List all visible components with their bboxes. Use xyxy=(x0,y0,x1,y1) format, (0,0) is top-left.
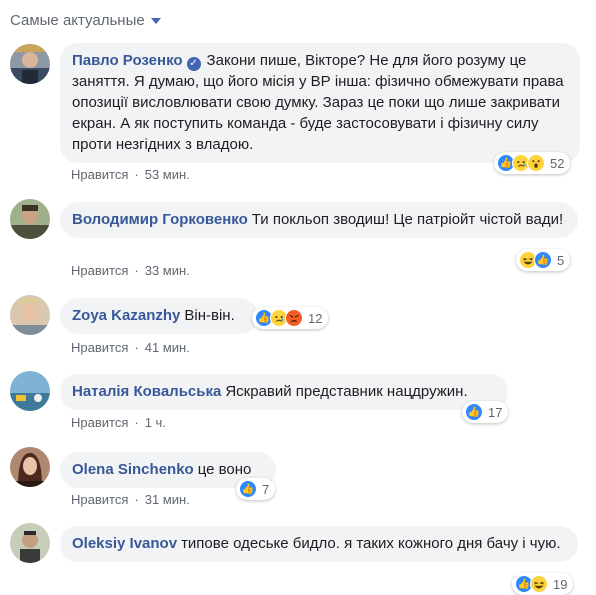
separator: · xyxy=(134,263,139,278)
reactions-summary[interactable]: 👍 7 xyxy=(236,478,276,500)
comment-bubble: Zoya Kazanzhy Він-він. xyxy=(60,298,258,334)
reactions-summary[interactable]: 👍 17 xyxy=(462,401,509,423)
separator: · xyxy=(134,415,139,430)
comment-meta: Нравится · 41 мин. xyxy=(71,340,190,355)
reactions-summary[interactable]: 👍 5 xyxy=(516,249,571,271)
comment-text: типове одеське бидло. я таких кожного дн… xyxy=(181,535,561,552)
comment-bubble: Павло Розенко ✓ Закони пише, Вікторе? Не д… xyxy=(60,43,580,163)
comment-text: Яскравий представник нацдружин. xyxy=(225,383,468,400)
comment-text: Він-він. xyxy=(184,307,235,324)
verified-badge-icon: ✓ xyxy=(186,57,201,71)
reaction-count: 5 xyxy=(557,252,565,268)
chevron-down-icon xyxy=(150,18,161,24)
reaction-count: 19 xyxy=(553,576,568,592)
reactions-summary[interactable]: 👍 19 xyxy=(512,573,574,595)
separator: · xyxy=(134,167,139,182)
comments-sort-dropdown[interactable]: Самые актуальные xyxy=(10,12,161,29)
separator: · xyxy=(134,340,139,355)
comment-time[interactable]: 31 мин. xyxy=(145,492,190,507)
avatar[interactable] xyxy=(10,295,50,335)
comment-author[interactable]: Володимир Горковенко xyxy=(72,211,248,228)
separator: · xyxy=(134,492,139,507)
comment-meta: Нравится · 33 мин. xyxy=(71,263,190,278)
reactions-summary[interactable]: 👍 12 xyxy=(252,307,329,329)
like-button[interactable]: Нравится xyxy=(71,263,128,278)
comment-time[interactable]: 41 мин. xyxy=(145,340,190,355)
comment-bubble: Oleksiy Ivanov типове одеське бидло. я та… xyxy=(60,526,578,562)
comment-author[interactable]: Павло Розенко xyxy=(72,52,183,69)
wow-icon xyxy=(527,154,545,172)
comment-author[interactable]: Olena Sinchenko xyxy=(72,461,194,478)
like-button[interactable]: Нравится xyxy=(71,167,128,182)
comment-text: це воно xyxy=(197,461,252,478)
reaction-count: 7 xyxy=(262,481,270,497)
like-button[interactable]: Нравится xyxy=(71,492,128,507)
comment-time[interactable]: 53 мин. xyxy=(145,167,190,182)
comment-text: Ти покльоп зводиш! Це патріойт чістой ва… xyxy=(251,211,564,228)
like-icon: 👍 xyxy=(239,480,257,498)
comment-bubble: Володимир Горковенко Ти покльоп зводиш! Ц… xyxy=(60,202,578,238)
comment-author[interactable]: Zoya Kazanzhy xyxy=(72,307,180,324)
avatar[interactable] xyxy=(10,44,50,84)
haha-icon xyxy=(519,251,537,269)
like-icon: 👍 xyxy=(534,251,552,269)
comment-meta: Нравится · 53 мин. xyxy=(71,167,190,182)
like-icon: 👍 xyxy=(465,403,483,421)
sort-label: Самые актуальные xyxy=(10,12,145,29)
reactions-summary[interactable]: 👍 52 xyxy=(494,152,571,174)
reaction-count: 52 xyxy=(550,155,565,171)
avatar[interactable] xyxy=(10,447,50,487)
comment-meta: Нравится · 1 ч. xyxy=(71,415,166,430)
avatar[interactable] xyxy=(10,199,50,239)
comment-meta: Нравится · 31 мин. xyxy=(71,492,190,507)
comment-author[interactable]: Oleksiy Ivanov xyxy=(72,535,177,552)
angry-icon xyxy=(285,309,303,327)
like-button[interactable]: Нравится xyxy=(71,340,128,355)
reaction-count: 12 xyxy=(308,310,323,326)
avatar[interactable] xyxy=(10,523,50,563)
avatar[interactable] xyxy=(10,371,50,411)
comment-bubble: Наталія Ковальська Яскравий представник н… xyxy=(60,374,508,410)
reaction-count: 17 xyxy=(488,404,503,420)
like-button[interactable]: Нравится xyxy=(71,415,128,430)
comment-time[interactable]: 33 мин. xyxy=(145,263,190,278)
comment-time[interactable]: 1 ч. xyxy=(145,415,166,430)
comment-author[interactable]: Наталія Ковальська xyxy=(72,383,221,400)
haha-icon xyxy=(530,575,548,593)
